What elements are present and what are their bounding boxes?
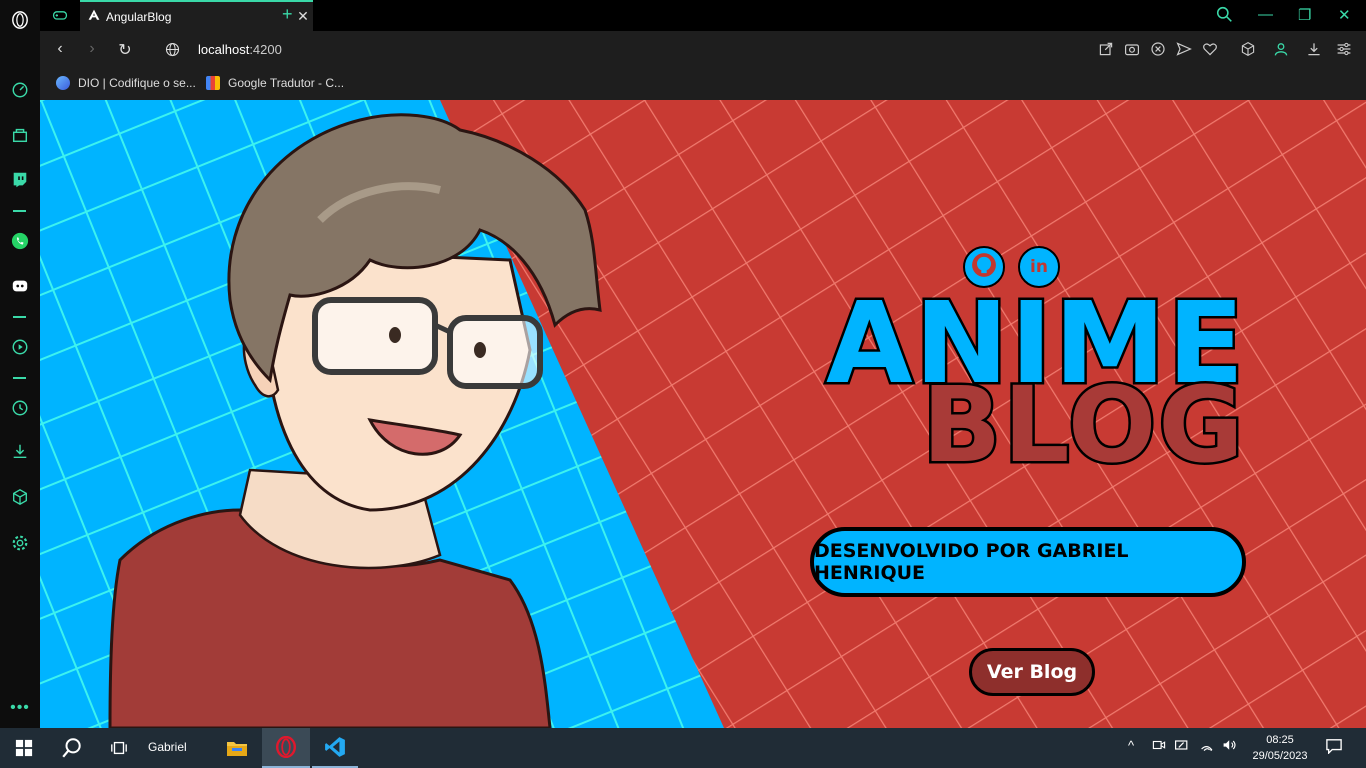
page-viewport: in ANIME BLOG DESENVOLVIDO POR GABRIEL H… [40,100,1366,728]
vscode-icon[interactable] [312,728,358,768]
minimize-button[interactable]: — [1258,6,1273,23]
bookmarks-bar: DIO | Codifique o se... Google Tradutor … [40,68,1366,100]
github-icon [971,252,997,283]
cube-icon[interactable] [1240,41,1256,57]
bookmark-google-tradutor[interactable]: Google Tradutor - C... [206,76,344,90]
discord-icon[interactable] [10,276,30,296]
bookmark-dio[interactable]: DIO | Codifique o se... [56,76,196,90]
opera-logo-icon[interactable] [10,10,30,30]
clock-time: 08:25 [1266,734,1294,746]
downloads-icon[interactable] [10,441,30,461]
sidebar-separator [13,210,26,212]
adblock-icon[interactable] [1150,41,1166,57]
bookmark-label: Google Tradutor - C... [228,76,345,90]
player-icon[interactable] [10,337,30,357]
tab-title: AngularBlog [106,9,172,24]
url-field[interactable]: localhost:4200 [198,42,282,57]
extensions-icon[interactable] [10,487,30,507]
new-tab-button[interactable]: + [282,4,293,25]
sidebar-more-icon[interactable]: ••• [10,698,30,718]
file-explorer-icon[interactable] [214,728,260,768]
sidebar-separator [13,316,26,318]
ver-blog-button[interactable]: Ver Blog [969,648,1095,696]
forward-button[interactable]: › [82,40,102,58]
gamepad-icon[interactable] [52,7,68,28]
system-clock[interactable]: 08:25 29/05/2023 [1250,732,1310,764]
meet-now-icon[interactable] [1152,738,1166,755]
notifications-icon[interactable] [1325,738,1343,757]
twitch-icon[interactable] [10,170,30,190]
download-icon[interactable] [1306,41,1322,57]
account-icon[interactable] [1273,41,1289,57]
search-icon[interactable] [50,728,94,768]
close-window-button[interactable]: ✕ [1338,6,1351,24]
shopping-icon[interactable] [10,125,30,145]
volume-icon[interactable] [1222,738,1238,755]
windows-start-icon[interactable] [0,728,48,768]
developer-badge: DESENVOLVIDO POR GABRIEL HENRIQUE [810,527,1246,597]
tray-chevron-icon[interactable]: ^ [1128,738,1134,753]
back-button[interactable]: ‹ [50,40,70,58]
url-port: :4200 [249,42,282,57]
tab-angularblog[interactable]: AngularBlog ✕ [80,0,313,31]
sidebar-separator [13,377,26,379]
globe-icon [165,42,180,62]
dio-favicon-icon [56,76,70,90]
taskbar-user[interactable]: Gabriel [148,740,187,754]
google-translate-favicon-icon [206,76,220,90]
share-icon[interactable] [1098,41,1114,57]
send-icon[interactable] [1176,41,1192,57]
settings-icon[interactable] [10,533,30,553]
angular-favicon-icon [88,8,100,26]
search-tabs-icon[interactable] [1216,6,1233,27]
tab-close-icon[interactable]: ✕ [293,8,313,25]
tab-bar: AngularBlog ✕ + — ❐ ✕ [40,0,1366,31]
speed-dial-icon[interactable] [10,80,30,100]
url-host: localhost [198,42,250,57]
easy-setup-icon[interactable] [1336,41,1352,57]
clock-date: 29/05/2023 [1252,750,1308,762]
address-bar: ‹ › ↻ localhost:4200 [40,31,1366,68]
power-icon[interactable] [1174,738,1190,755]
opera-taskbar-icon[interactable] [262,728,310,768]
wifi-icon[interactable] [1200,738,1216,755]
history-icon[interactable] [10,398,30,418]
linkedin-icon: in [1030,257,1048,277]
snapshot-icon[interactable] [1124,41,1140,57]
whatsapp-icon[interactable] [10,231,30,251]
heart-icon[interactable] [1202,41,1218,57]
restore-button[interactable]: ❐ [1298,6,1311,24]
reload-button[interactable]: ↻ [115,40,135,60]
windows-taskbar: Gabriel ^ 08:25 29/05/2023 [0,728,1366,768]
task-view-icon[interactable] [98,728,140,768]
hero-title-blog: BLOG [920,364,1247,486]
browser-sidebar: ••• [0,0,40,728]
bookmark-label: DIO | Codifique o se... [78,76,196,90]
